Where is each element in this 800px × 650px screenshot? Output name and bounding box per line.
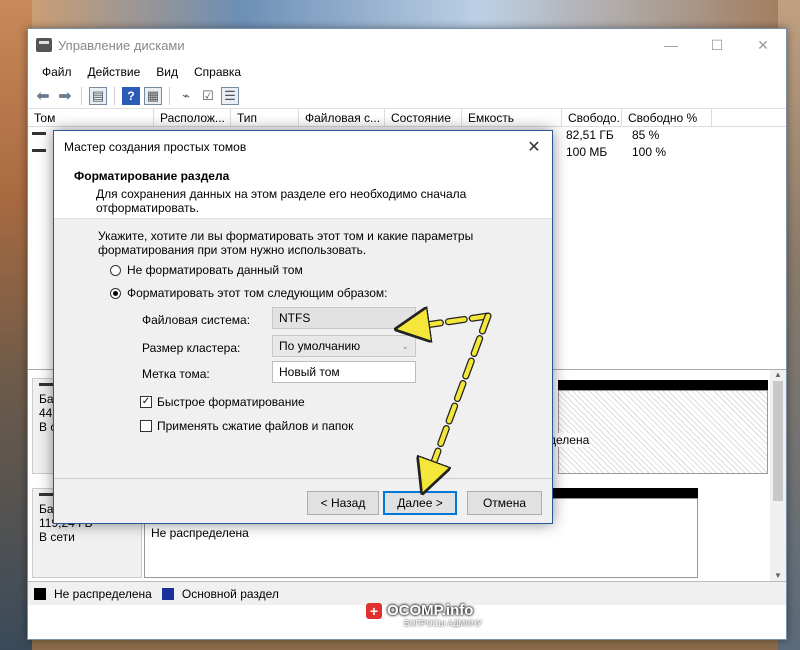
radio-format[interactable]: Форматировать этот том следующим образом… [110, 286, 387, 300]
scroll-up-icon[interactable]: ▲ [770, 370, 786, 379]
volume-label-input[interactable]: Новый том [272, 361, 416, 383]
list-view-icon[interactable]: ☰ [221, 86, 239, 105]
cluster-size-label: Размер кластера: [142, 341, 241, 355]
wizard-page-title: Форматирование раздела [74, 169, 230, 183]
compression-checkbox[interactable]: Применять сжатие файлов и папок [140, 419, 353, 433]
close-button[interactable]: ✕ [740, 29, 786, 61]
radio-no-format[interactable]: Не форматировать данный том [110, 263, 303, 277]
wizard-body: Укажите, хотите ли вы форматировать этот… [54, 219, 552, 479]
legend-primary: Основной раздел [181, 586, 279, 601]
drive-icon [32, 149, 46, 152]
quick-format-label: Быстрое форматирование [157, 395, 305, 409]
dialog-title: Мастер создания простых томов [64, 140, 247, 154]
radio-no-format-indicator[interactable] [110, 264, 121, 276]
volume-row-free-pct[interactable]: 85 % [632, 128, 659, 142]
watermark-subtitle: ВОПРОСЫ АДМИНУ [404, 619, 482, 628]
help-icon[interactable]: ? [122, 86, 140, 105]
partition-status-text: делена [549, 433, 590, 447]
watermark-brand: OCOMP.info [387, 602, 474, 619]
toolbar-separator [169, 86, 170, 105]
legend-unallocated: Не распределена [54, 586, 152, 601]
ocomp-watermark: + OCOMP.info ВОПРОСЫ АДМИНУ [366, 602, 482, 628]
forward-arrow-icon[interactable]: ➡ [56, 87, 74, 105]
menu-bar: Файл Действие Вид Справка [28, 61, 786, 83]
column-header-filesystem[interactable]: Файловая с... [299, 109, 385, 126]
menu-action[interactable]: Действие [80, 65, 149, 79]
column-header-status[interactable]: Состояние [385, 109, 462, 126]
checkbox-unchecked-icon[interactable] [140, 420, 152, 432]
volume-row-free[interactable]: 100 МБ [566, 145, 607, 159]
checklist-icon[interactable]: ☑ [199, 87, 217, 105]
column-header-layout[interactable]: Располож... [154, 109, 231, 126]
back-arrow-icon[interactable]: ⬅ [34, 87, 52, 105]
partition-block[interactable]: делена [549, 390, 768, 474]
volume-row-free[interactable]: 82,51 ГБ [566, 128, 614, 142]
column-header-capacity[interactable]: Емкость [462, 109, 562, 126]
desktop-wallpaper-top [0, 0, 800, 28]
partition-header-bar [558, 380, 768, 390]
quick-format-checkbox[interactable]: ✓ Быстрое форматирование [140, 395, 305, 409]
radio-format-indicator[interactable] [110, 287, 121, 299]
properties-icon[interactable]: ▤ [89, 86, 107, 105]
column-header-type[interactable]: Тип [231, 109, 299, 126]
radio-no-format-label: Не форматировать данный том [127, 263, 303, 277]
disk-1-status: В сети [39, 530, 75, 544]
filesystem-select[interactable]: NTFS [272, 307, 416, 329]
vertical-scrollbar[interactable]: ▲ ▼ [770, 370, 786, 582]
disk-management-icon [36, 38, 52, 52]
back-button[interactable]: < Назад [307, 491, 379, 515]
wizard-intro-text: Укажите, хотите ли вы форматировать этот… [98, 229, 474, 257]
volume-table-header: Том Располож... Тип Файловая с... Состоя… [28, 109, 786, 127]
cluster-size-value: По умолчанию [279, 339, 361, 353]
chevron-down-icon: ⌄ [401, 340, 409, 351]
column-header-free[interactable]: Свободо... [562, 109, 622, 126]
radio-format-label: Форматировать этот том следующим образом… [127, 286, 388, 300]
drive-icon [32, 132, 46, 135]
legend-swatch-primary [161, 587, 174, 600]
disk-icon [39, 493, 53, 496]
console-icon[interactable]: ▦ [144, 86, 162, 105]
scroll-thumb[interactable] [773, 381, 783, 501]
next-button[interactable]: Далее > [383, 491, 457, 515]
maximize-button[interactable]: ☐ [694, 29, 740, 61]
window-title: Управление дисками [58, 37, 185, 53]
new-simple-volume-wizard: Мастер создания простых томов ✕ Форматир… [53, 130, 553, 524]
legend-swatch-unallocated [34, 587, 46, 600]
toolbar-separator [81, 86, 82, 105]
menu-view[interactable]: Вид [148, 65, 186, 79]
menu-file[interactable]: Файл [34, 65, 80, 79]
volume-label-label: Метка тома: [142, 367, 210, 381]
column-header-volume[interactable]: Том [28, 109, 154, 126]
menu-help[interactable]: Справка [186, 65, 249, 79]
volume-row-free-pct[interactable]: 100 % [632, 145, 666, 159]
disk-icon [39, 383, 53, 386]
compression-label: Применять сжатие файлов и папок [157, 419, 354, 433]
toolbar-separator [114, 86, 115, 105]
cancel-button[interactable]: Отмена [467, 491, 542, 515]
filesystem-label: Файловая система: [142, 313, 251, 327]
minimize-button[interactable]: — [648, 29, 694, 61]
window-titlebar: Управление дисками — ☐ ✕ [28, 29, 786, 61]
checkbox-checked-icon[interactable]: ✓ [140, 396, 152, 408]
partition-status: Не распределена [151, 526, 249, 540]
toolbar: ⬅ ➡ ▤ ? ▦ ⌁ ☑ ☰ [28, 83, 786, 109]
scroll-down-icon[interactable]: ▼ [770, 571, 786, 580]
wizard-page-description: Для сохранения данных на этом разделе ег… [96, 187, 467, 215]
column-header-free-pct[interactable]: Свободно % [622, 109, 712, 126]
connect-icon[interactable]: ⌁ [177, 87, 195, 105]
cluster-size-select[interactable]: По умолчанию ⌄ [272, 335, 416, 357]
dialog-titlebar: Мастер создания простых томов ✕ [54, 131, 552, 163]
plus-icon: + [366, 602, 382, 619]
dialog-close-icon[interactable]: ✕ [516, 137, 552, 157]
wizard-page-header: Форматирование раздела Для сохранения да… [54, 163, 552, 219]
